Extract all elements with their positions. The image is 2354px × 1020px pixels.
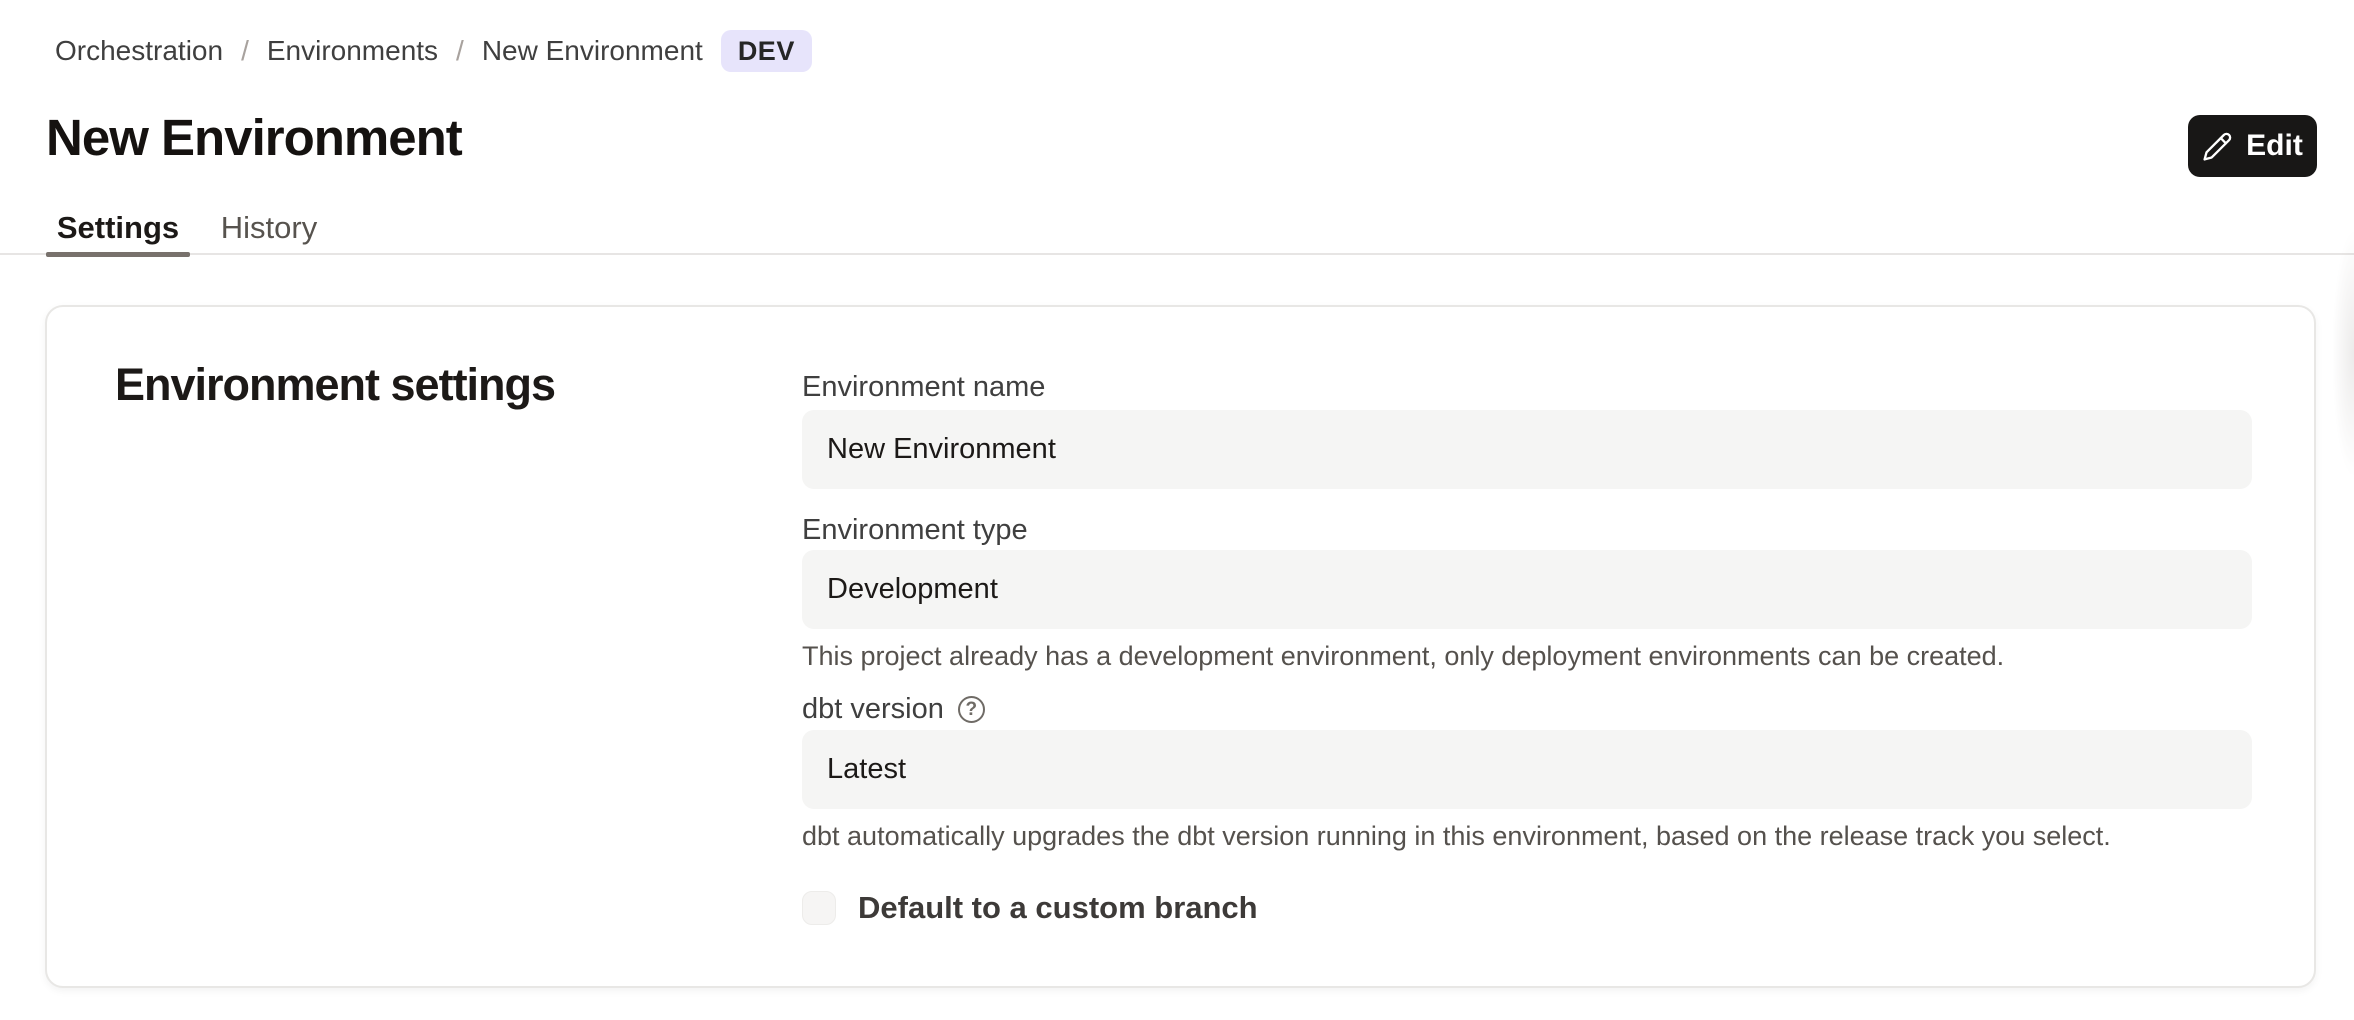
breadcrumb-separator: / — [241, 35, 249, 67]
environment-name-label: Environment name — [802, 371, 1045, 404]
edit-button[interactable]: Edit — [2188, 115, 2317, 177]
tab-bar: Settings History — [0, 200, 2354, 255]
custom-branch-checkbox[interactable] — [802, 891, 836, 925]
dbt-version-value: Latest — [827, 753, 906, 786]
card-heading: Environment settings — [115, 359, 555, 411]
breadcrumb-item-orchestration[interactable]: Orchestration — [55, 35, 223, 67]
dbt-version-label: dbt version ? — [802, 693, 985, 726]
tab-settings[interactable]: Settings — [46, 200, 190, 255]
dbt-version-input[interactable]: Latest — [802, 730, 2252, 809]
environment-settings-form: Environment name New Environment Environ… — [802, 307, 2252, 990]
environment-type-input[interactable]: Development — [802, 550, 2252, 629]
breadcrumb-separator: / — [456, 35, 464, 67]
custom-branch-checkbox-row[interactable]: Default to a custom branch — [802, 890, 1258, 926]
environment-type-value: Development — [827, 573, 998, 606]
pencil-icon — [2202, 131, 2233, 162]
help-icon[interactable]: ? — [958, 696, 985, 723]
environment-name-input[interactable]: New Environment — [802, 410, 2252, 489]
breadcrumb-item-new-environment: New Environment — [482, 35, 703, 67]
edit-button-label: Edit — [2246, 129, 2303, 163]
dbt-version-helper-text: dbt automatically upgrades the dbt versi… — [802, 819, 2252, 853]
environment-type-label: Environment type — [802, 514, 1028, 547]
environment-settings-card: Environment settings Environment name Ne… — [45, 305, 2316, 988]
breadcrumb-item-environments[interactable]: Environments — [267, 35, 438, 67]
environment-name-value: New Environment — [827, 433, 1056, 466]
tab-history[interactable]: History — [206, 200, 332, 255]
environment-type-helper-text: This project already has a development e… — [802, 639, 2252, 673]
environment-dev-badge: DEV — [721, 30, 812, 72]
breadcrumb: Orchestration / Environments / New Envir… — [55, 28, 812, 74]
page-title: New Environment — [46, 108, 462, 167]
custom-branch-checkbox-label: Default to a custom branch — [858, 890, 1258, 926]
